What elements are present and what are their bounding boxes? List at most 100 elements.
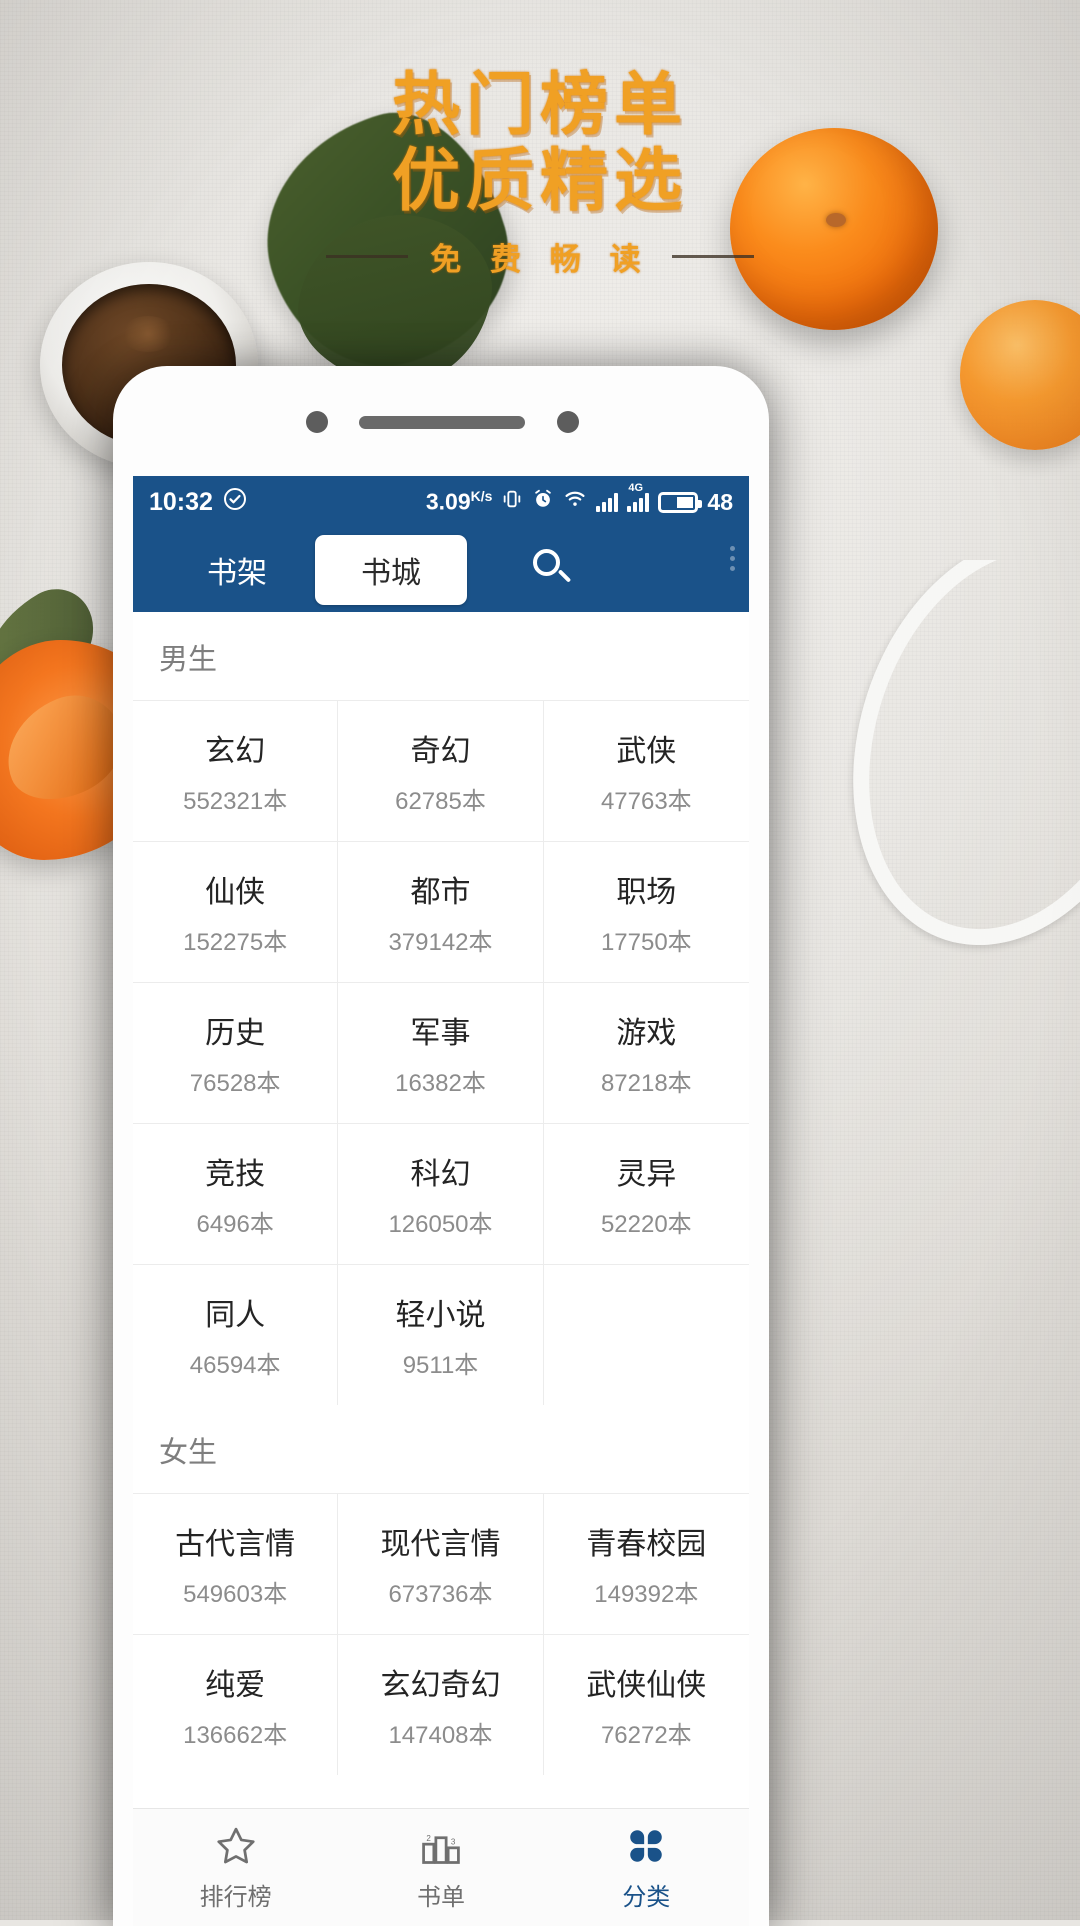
category-cell[interactable]: 武侠 47763本 (543, 700, 749, 841)
category-name: 职场 (616, 876, 677, 909)
category-name: 竞技 (205, 1158, 266, 1191)
tab-bookshelf[interactable]: 书架 (207, 548, 267, 592)
signal-4g-icon: 4G (627, 482, 650, 512)
category-cell[interactable]: 武侠仙侠 76272本 (543, 1634, 749, 1775)
category-cell[interactable]: 灵异 52220本 (543, 1123, 749, 1264)
nav-item-booklist[interactable]: 2 3 书单 (338, 1809, 543, 1926)
alarm-clock-icon (532, 488, 554, 516)
category-count: 549603本 (183, 1581, 288, 1608)
category-name: 纯爱 (205, 1669, 266, 1702)
poster-subtitle: 免 费 畅 读 (430, 242, 650, 278)
check-circle-icon (223, 487, 247, 518)
category-name: 现代言情 (380, 1528, 501, 1561)
category-cell[interactable]: 竞技 6496本 (133, 1123, 339, 1264)
category-cell[interactable]: 奇幻 62785本 (338, 700, 544, 841)
category-grid-female: 古代言情 549603本 现代言情 673736本 青春校园 149392本 纯爱 13… (133, 1493, 749, 1775)
category-name: 科幻 (410, 1158, 471, 1191)
search-icon[interactable] (533, 549, 575, 591)
category-cell[interactable]: 玄幻 552321本 (133, 700, 339, 841)
category-name: 游戏 (616, 1017, 677, 1050)
network-speed: 3.09K/s (425, 488, 493, 515)
category-name: 仙侠 (205, 876, 266, 909)
category-cell[interactable]: 古代言情 549603本 (133, 1493, 339, 1634)
category-cell[interactable]: 游戏 87218本 (543, 982, 749, 1123)
subtitle-rule-left (326, 255, 409, 258)
category-grid-male: 玄幻 552321本 奇幻 62785本 武侠 47763本 仙侠 152275本 都市… (133, 700, 749, 1405)
nav-item-categories[interactable]: 分类 (544, 1809, 749, 1926)
category-name: 玄幻 (205, 735, 266, 768)
more-options-icon[interactable] (730, 546, 735, 571)
category-name: 同人 (205, 1299, 266, 1332)
vibrate-icon (501, 488, 523, 516)
category-count: 6496本 (196, 1211, 274, 1238)
category-list[interactable]: 男生 玄幻 552321本 奇幻 62785本 武侠 47763本 仙侠 152275本… (133, 612, 749, 1842)
phone-screen: 10:32 3.09K/s 4G 48 书架 书城 男生 玄幻 552321本 … (133, 476, 749, 1926)
category-cell[interactable]: 科幻 126050本 (338, 1123, 544, 1264)
category-count: 76272本 (600, 1722, 692, 1749)
nav-label: 书单 (416, 1883, 465, 1911)
category-cell[interactable]: 军事 16382本 (338, 982, 544, 1123)
category-count: 52220本 (600, 1211, 692, 1238)
wifi-icon (563, 488, 587, 516)
category-name: 武侠仙侠 (586, 1669, 707, 1702)
category-cell[interactable]: 轻小说 9511本 (338, 1264, 544, 1405)
status-bar-right: 3.09K/s 4G 48 (425, 482, 733, 516)
nav-item-ranking[interactable]: 排行榜 (133, 1809, 338, 1926)
poster-subtitle-row: 免 费 畅 读 (0, 234, 1080, 279)
svg-text:3: 3 (451, 1837, 456, 1846)
category-count: 87218本 (600, 1070, 692, 1097)
category-cell[interactable]: 青春校园 149392本 (543, 1493, 749, 1634)
category-name: 青春校园 (586, 1528, 707, 1561)
nav-label: 排行榜 (199, 1883, 272, 1911)
category-count: 152275本 (183, 929, 288, 956)
category-name: 都市 (410, 876, 471, 909)
category-cell[interactable]: 都市 379142本 (338, 841, 544, 982)
category-count: 552321本 (183, 788, 288, 815)
signal-bars-icon (596, 492, 619, 512)
poster-title-line1: 热门榜单 (391, 66, 688, 145)
ranking-bars-icon: 2 3 (418, 1824, 464, 1868)
category-name: 玄幻奇幻 (380, 1669, 501, 1702)
category-cell[interactable]: 职场 17750本 (543, 841, 749, 982)
star-icon (213, 1824, 259, 1868)
subtitle-rule-right (671, 255, 754, 258)
category-cell[interactable]: 历史 76528本 (133, 982, 339, 1123)
category-count: 46594本 (189, 1352, 281, 1379)
category-count: 47763本 (600, 788, 692, 815)
grid-categories-icon (623, 1824, 669, 1868)
category-count: 17750本 (600, 929, 692, 956)
category-name: 武侠 (616, 735, 677, 768)
category-cell[interactable]: 现代言情 673736本 (338, 1493, 544, 1634)
section-title-female: 女生 (159, 1437, 218, 1469)
category-name: 历史 (205, 1017, 266, 1050)
category-cell[interactable]: 玄幻奇幻 147408本 (338, 1634, 544, 1775)
front-camera-icon (306, 411, 328, 433)
category-count: 149392本 (594, 1581, 699, 1608)
status-bar-left: 10:32 (149, 487, 247, 518)
category-count: 9511本 (402, 1352, 479, 1379)
status-time: 10:32 (149, 487, 213, 516)
category-count: 76528本 (189, 1070, 281, 1097)
category-name: 奇幻 (410, 735, 471, 768)
battery-level: 48 (707, 488, 733, 515)
section-title-male: 男生 (159, 644, 218, 676)
tab-bookstore[interactable]: 书城 (315, 535, 467, 605)
category-count: 379142本 (388, 929, 493, 956)
proximity-sensor-icon (557, 411, 579, 433)
category-cell[interactable]: 同人 46594本 (133, 1264, 339, 1405)
battery-icon (658, 491, 703, 513)
category-count: 62785本 (395, 788, 486, 815)
app-header: 书架 书城 (133, 528, 749, 612)
poster-title-line2: 优质精选 (391, 142, 688, 221)
phone-mockup: 10:32 3.09K/s 4G 48 书架 书城 男生 玄幻 552321本 … (113, 366, 769, 1926)
category-cell-empty (543, 1264, 749, 1405)
phone-top-bezel (113, 366, 769, 476)
category-count: 136662本 (183, 1722, 288, 1749)
category-name: 轻小说 (395, 1299, 486, 1332)
poster-title-block: 热门榜单 优质精选 免 费 畅 读 (0, 68, 1080, 279)
category-name: 军事 (410, 1017, 471, 1050)
svg-text:2: 2 (426, 1834, 431, 1843)
earpiece-speaker (359, 416, 525, 429)
category-cell[interactable]: 纯爱 136662本 (133, 1634, 339, 1775)
category-cell[interactable]: 仙侠 152275本 (133, 841, 339, 982)
